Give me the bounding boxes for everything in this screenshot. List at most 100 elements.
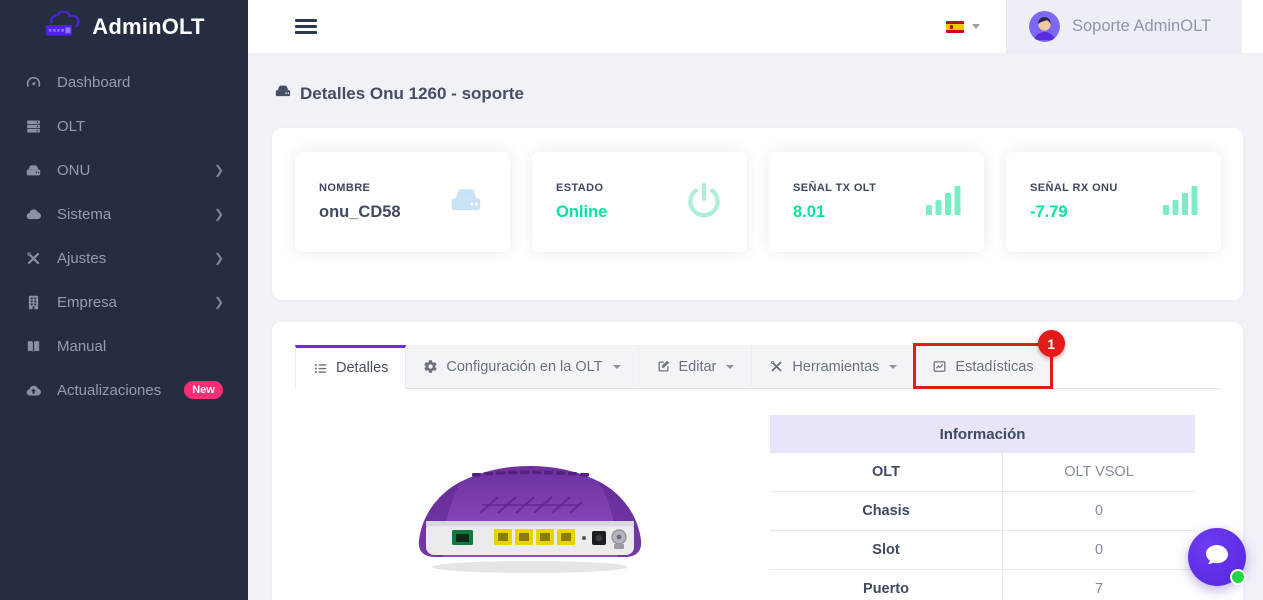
spain-flag-icon: [946, 21, 964, 33]
info-table-header: Información: [770, 415, 1195, 453]
onu-detail-panel: Detalles Configuración en la OLT Editar …: [272, 322, 1243, 600]
chevron-right-icon: ❯: [214, 251, 224, 265]
app-logo[interactable]: AdminOLT: [0, 0, 248, 54]
page-title-text: Detalles Onu 1260 - soporte: [300, 84, 524, 104]
onu-device-icon: [24, 162, 42, 179]
menu-toggle-icon[interactable]: [295, 16, 317, 38]
sidebar-item-label: Actualizaciones: [57, 382, 161, 399]
chevron-right-icon: ❯: [214, 163, 224, 177]
building-icon: [24, 294, 42, 311]
sidebar-item-actualizaciones[interactable]: Actualizaciones New: [0, 368, 248, 412]
row-value: 7: [1003, 570, 1195, 600]
card-value: 8.01: [793, 203, 876, 222]
card-estado: ESTADO Online: [532, 152, 747, 252]
chevron-right-icon: ❯: [214, 207, 224, 221]
tabstrip: Detalles Configuración en la OLT Editar …: [295, 345, 1220, 389]
sidebar-item-label: Ajustes: [57, 250, 106, 267]
logo-text: AdminOLT: [92, 14, 204, 40]
tab-label: Configuración en la OLT: [446, 359, 602, 375]
onu-device-icon: [274, 82, 292, 105]
online-status-dot: [1230, 569, 1246, 585]
caret-down-icon: [889, 365, 897, 369]
tab-herramientas[interactable]: Herramientas: [752, 345, 915, 388]
card-label: SEÑAL RX ONU: [1030, 182, 1118, 194]
language-dropdown[interactable]: [920, 21, 1006, 33]
sidebar-item-onu[interactable]: ONU ❯: [0, 148, 248, 192]
table-row: Slot 0: [770, 531, 1195, 570]
topbar: Soporte AdminOLT: [248, 0, 1263, 54]
page-title: Detalles Onu 1260 - soporte: [274, 82, 524, 105]
stat-cards-panel: NOMBRE onu_CD58 ESTADO Online SEÑAL TX O…: [272, 128, 1243, 300]
cloud-upload-icon: [24, 382, 42, 399]
card-label: SEÑAL TX OLT: [793, 182, 876, 194]
user-menu[interactable]: Soporte AdminOLT: [1006, 0, 1242, 53]
sidebar-item-label: Sistema: [57, 206, 111, 223]
card-value: onu_CD58: [319, 203, 401, 222]
card-nombre: NOMBRE onu_CD58: [295, 152, 510, 252]
card-value: Online: [556, 203, 607, 222]
list-icon: [313, 361, 328, 376]
sidebar-item-label: Empresa: [57, 294, 117, 311]
edit-icon: [656, 359, 671, 374]
chevron-right-icon: ❯: [214, 295, 224, 309]
card-label: NOMBRE: [319, 182, 401, 194]
card-senal-tx-olt: SEÑAL TX OLT 8.01: [769, 152, 984, 252]
tab-label: Editar: [679, 359, 717, 375]
row-key: Slot: [770, 531, 1003, 569]
sidebar-item-ajustes[interactable]: Ajustes ❯: [0, 236, 248, 280]
signal-bars-icon: [926, 185, 962, 220]
tab-label: Estadísticas: [955, 359, 1033, 375]
sidebar: AdminOLT Dashboard OLT ONU ❯ Sistema: [0, 0, 248, 600]
row-value: OLT VSOL: [1003, 453, 1195, 491]
info-table: Información OLT OLT VSOL Chasis 0 Slot 0…: [770, 415, 1195, 600]
book-icon: [24, 338, 42, 355]
caret-down-icon: [613, 365, 621, 369]
tools-icon: [769, 359, 784, 374]
sidebar-nav: Dashboard OLT ONU ❯ Sistema ❯ Aj: [0, 54, 248, 412]
card-label: ESTADO: [556, 182, 607, 194]
sidebar-item-label: ONU: [57, 162, 90, 179]
tutorial-step-badge: 1: [1038, 330, 1065, 357]
cloud-icon: [24, 206, 42, 223]
sidebar-item-sistema[interactable]: Sistema ❯: [0, 192, 248, 236]
row-key: Puerto: [770, 570, 1003, 600]
chart-line-icon: [932, 359, 947, 374]
server-stack-icon: [24, 118, 42, 135]
sidebar-item-label: Manual: [57, 338, 106, 355]
user-name: Soporte AdminOLT: [1072, 17, 1211, 36]
sidebar-item-label: Dashboard: [57, 74, 130, 91]
chat-widget-button[interactable]: [1188, 528, 1246, 586]
power-icon: [683, 179, 725, 226]
onu-product-image: [410, 457, 650, 587]
tab-detalles[interactable]: Detalles: [295, 345, 406, 389]
tab-label: Herramientas: [792, 359, 879, 375]
tab-configuracion-olt[interactable]: Configuración en la OLT: [406, 345, 638, 388]
tools-icon: [24, 250, 42, 267]
logo-cloud-switch-icon: [43, 11, 83, 44]
table-row: Chasis 0: [770, 492, 1195, 531]
gauge-icon: [24, 74, 42, 91]
table-row: OLT OLT VSOL: [770, 453, 1195, 492]
card-senal-rx-onu: SEÑAL RX ONU -7.79: [1006, 152, 1221, 252]
tab-label: Detalles: [336, 360, 388, 376]
sidebar-item-label: OLT: [57, 118, 85, 135]
row-value: 0: [1003, 492, 1195, 530]
caret-down-icon: [972, 24, 980, 29]
avatar: [1029, 11, 1060, 42]
sidebar-item-manual[interactable]: Manual: [0, 324, 248, 368]
tab-editar[interactable]: Editar: [639, 345, 753, 388]
row-key: Chasis: [770, 492, 1003, 530]
chat-bubble-icon: [1203, 542, 1231, 573]
row-key: OLT: [770, 453, 1003, 491]
topbar-right: Soporte AdminOLT: [920, 0, 1242, 53]
sidebar-item-empresa[interactable]: Empresa ❯: [0, 280, 248, 324]
row-value: 0: [1003, 531, 1195, 569]
gear-icon: [423, 359, 438, 374]
onu-device-icon: [444, 182, 488, 223]
signal-bars-icon: [1163, 185, 1199, 220]
tab-estadisticas[interactable]: Estadísticas 1: [915, 345, 1050, 388]
table-row: Puerto 7: [770, 570, 1195, 600]
sidebar-item-olt[interactable]: OLT: [0, 104, 248, 148]
card-value: -7.79: [1030, 203, 1118, 222]
sidebar-item-dashboard[interactable]: Dashboard: [0, 60, 248, 104]
